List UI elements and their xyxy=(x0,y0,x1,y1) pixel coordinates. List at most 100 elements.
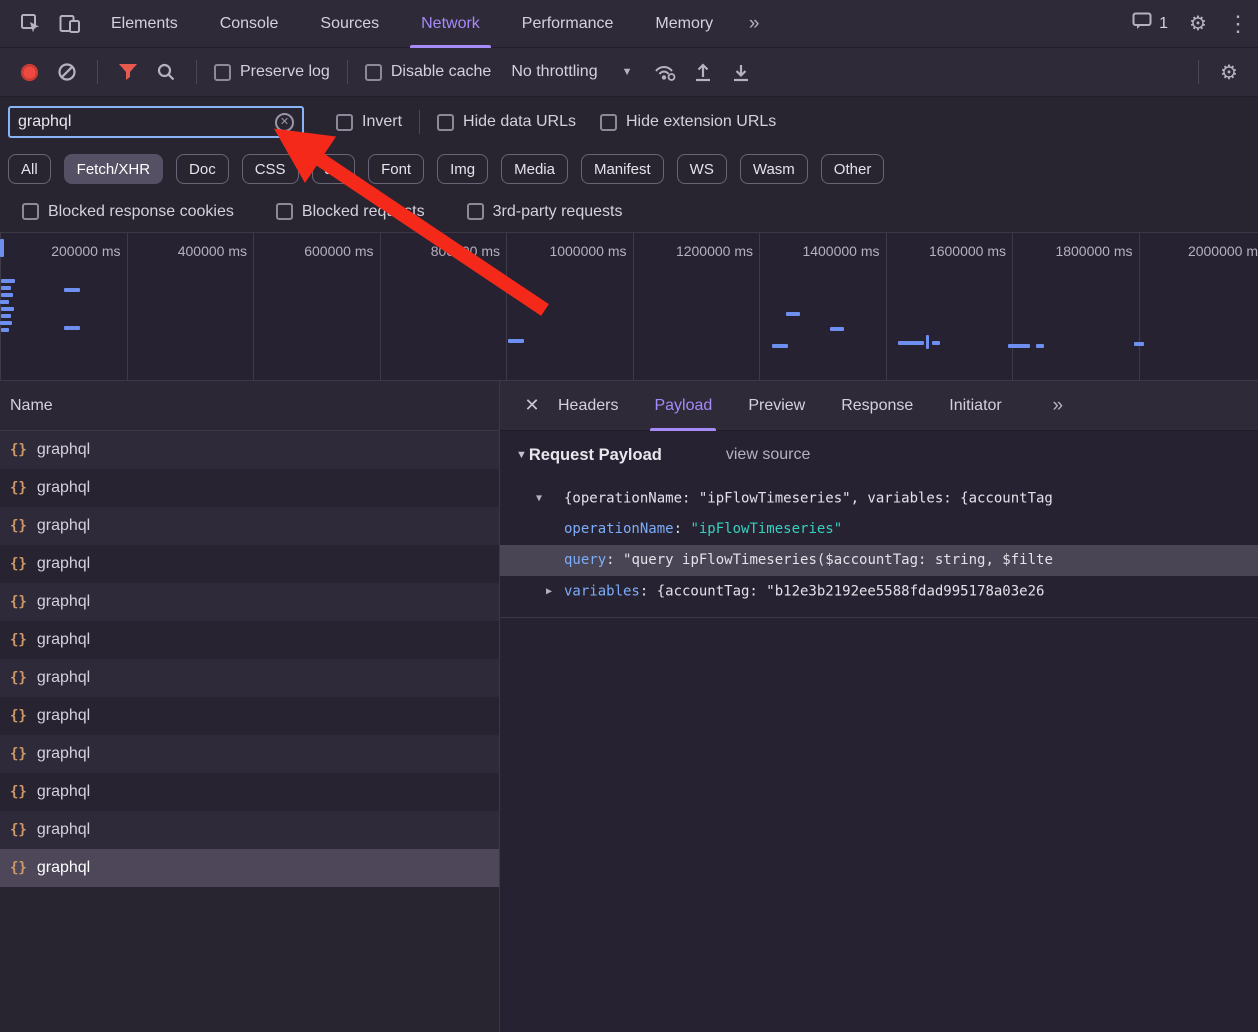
payload-root-line[interactable]: ▼ {operationName: "ipFlowTimeseries", var… xyxy=(500,483,1258,514)
device-toolbar-icon[interactable] xyxy=(50,0,90,48)
more-panels-icon[interactable]: » xyxy=(734,0,774,48)
more-details-tabs-icon[interactable]: » xyxy=(1038,382,1078,430)
throttling-select[interactable]: No throttling ▼ xyxy=(497,63,646,81)
close-details-icon[interactable]: ✕ xyxy=(516,395,548,416)
blocked-response-cookies-label: Blocked response cookies xyxy=(48,202,234,220)
tab-sources[interactable]: Sources xyxy=(299,0,400,48)
request-row[interactable]: {} graphql xyxy=(0,545,499,583)
hide-extension-urls-checkbox[interactable]: Hide extension URLs xyxy=(599,113,776,131)
preserve-log-label: Preserve log xyxy=(240,63,330,80)
record-button[interactable] xyxy=(10,53,48,91)
type-filter-media[interactable]: Media xyxy=(501,154,568,184)
inspect-element-icon[interactable] xyxy=(10,0,50,48)
expanded-triangle-icon[interactable]: ▼ xyxy=(536,483,564,514)
waterfall-bar xyxy=(932,341,940,345)
filter-toggle-icon[interactable] xyxy=(109,53,147,91)
type-filter-doc[interactable]: Doc xyxy=(176,154,229,184)
request-row[interactable]: {} graphql xyxy=(0,507,499,545)
request-row[interactable]: {} graphql xyxy=(0,735,499,773)
preserve-log-checkbox[interactable]: Preserve log xyxy=(214,63,330,81)
network-overview-timeline[interactable]: 200000 ms 400000 ms 600000 ms 800000 ms … xyxy=(0,232,1258,380)
request-name: graphql xyxy=(36,745,91,762)
details-tab-payload[interactable]: Payload xyxy=(650,381,717,431)
request-row[interactable]: {} graphql xyxy=(0,621,499,659)
waterfall-bar xyxy=(1,314,11,318)
collapsed-triangle-icon[interactable]: ▶ xyxy=(546,576,564,607)
checkbox-box xyxy=(22,203,39,220)
tab-performance[interactable]: Performance xyxy=(501,0,635,48)
request-row[interactable]: {} graphql xyxy=(0,697,499,735)
timeline-label: 600000 ms xyxy=(253,233,380,380)
view-source-link[interactable]: view source xyxy=(726,446,810,464)
tab-console[interactable]: Console xyxy=(199,0,300,48)
clear-filter-icon[interactable]: ✕ xyxy=(275,112,294,132)
payload-variables-line[interactable]: ▶ variables: {accountTag: "b12e3b2192ee55… xyxy=(500,576,1258,607)
network-conditions-icon[interactable] xyxy=(646,53,684,91)
details-tab-initiator[interactable]: Initiator xyxy=(949,381,1001,431)
search-icon[interactable] xyxy=(147,53,185,91)
blocked-requests-checkbox[interactable]: Blocked requests xyxy=(275,203,425,221)
type-filter-fetch-xhr[interactable]: Fetch/XHR xyxy=(63,154,164,184)
import-har-icon[interactable] xyxy=(684,53,722,91)
payload-key: operationName xyxy=(564,521,674,537)
type-filter-img[interactable]: Img xyxy=(437,154,489,184)
resource-type-filters: All Fetch/XHR Doc CSS JS Font Img Media … xyxy=(0,147,1258,191)
type-filter-all[interactable]: All xyxy=(8,154,51,184)
request-name: graphql xyxy=(36,783,91,800)
disable-cache-checkbox[interactable]: Disable cache xyxy=(364,63,491,81)
kebab-menu-icon[interactable]: ⋮ xyxy=(1218,0,1258,48)
type-filter-manifest[interactable]: Manifest xyxy=(580,154,664,184)
payload-operation-line[interactable]: operationName: "ipFlowTimeseries" xyxy=(500,514,1258,545)
fetch-braces-icon: {} xyxy=(10,480,27,496)
timeline-label: 1000000 ms xyxy=(506,233,633,380)
name-column-header[interactable]: Name xyxy=(0,381,499,431)
type-filter-other[interactable]: Other xyxy=(820,154,885,184)
invert-checkbox[interactable]: Invert xyxy=(336,113,402,131)
timeline-label: 1800000 ms xyxy=(1012,233,1139,380)
fetch-braces-icon: {} xyxy=(10,784,27,800)
export-har-icon[interactable] xyxy=(722,53,760,91)
blocked-response-cookies-checkbox[interactable]: Blocked response cookies xyxy=(22,203,234,221)
timeline-label: 1400000 ms xyxy=(759,233,886,380)
request-row[interactable]: {} graphql xyxy=(0,431,499,469)
request-row[interactable]: {} graphql xyxy=(0,811,499,849)
details-tab-preview[interactable]: Preview xyxy=(748,381,805,431)
request-row[interactable]: {} graphql xyxy=(0,469,499,507)
request-row[interactable]: {} graphql xyxy=(0,659,499,697)
collapse-triangle-icon: ▼ xyxy=(516,449,527,461)
network-settings-gear-icon[interactable]: ⚙ xyxy=(1210,53,1248,91)
request-row-selected[interactable]: {} graphql xyxy=(0,849,499,887)
payload-query-line-selected[interactable]: query: "query ipFlowTimeseries($accountT… xyxy=(500,545,1258,576)
clear-button[interactable] xyxy=(48,53,86,91)
payload-value: {accountTag: "b12e3b2192ee5588fdad995178… xyxy=(656,583,1045,600)
fetch-braces-icon: {} xyxy=(10,746,27,762)
request-row[interactable]: {} graphql xyxy=(0,773,499,811)
type-filter-js[interactable]: JS xyxy=(311,154,356,184)
type-filter-ws[interactable]: WS xyxy=(676,154,727,184)
request-payload-section-header[interactable]: ▼ Request Payload view source xyxy=(500,431,1258,479)
issues-count: 1 xyxy=(1159,14,1168,32)
hide-data-urls-checkbox[interactable]: Hide data URLs xyxy=(437,113,576,131)
checkbox-box xyxy=(466,203,484,220)
type-filter-font[interactable]: Font xyxy=(368,154,425,184)
third-party-requests-label: 3rd-party requests xyxy=(492,202,623,220)
waterfall-bar xyxy=(1,307,14,311)
hide-data-urls-label: Hide data URLs xyxy=(463,113,576,130)
type-filter-css[interactable]: CSS xyxy=(241,154,299,184)
waterfall-bar xyxy=(0,300,9,304)
payload-tree: ▼ {operationName: "ipFlowTimeseries", var… xyxy=(500,483,1258,618)
tab-elements[interactable]: Elements xyxy=(90,0,199,48)
details-tab-response[interactable]: Response xyxy=(841,381,913,431)
settings-gear-icon[interactable]: ⚙ xyxy=(1178,0,1218,48)
details-tab-headers[interactable]: Headers xyxy=(558,381,618,431)
tab-memory[interactable]: Memory xyxy=(634,0,734,48)
waterfall-bar xyxy=(1,279,15,283)
filter-input[interactable] xyxy=(18,113,275,131)
request-row[interactable]: {} graphql xyxy=(0,583,499,621)
tab-network[interactable]: Network xyxy=(400,0,501,48)
third-party-requests-checkbox[interactable]: 3rd-party requests xyxy=(466,202,623,221)
request-name: graphql xyxy=(36,517,91,534)
fetch-braces-icon: {} xyxy=(10,822,27,838)
issues-button[interactable]: 1 xyxy=(1122,12,1178,35)
type-filter-wasm[interactable]: Wasm xyxy=(739,154,808,184)
